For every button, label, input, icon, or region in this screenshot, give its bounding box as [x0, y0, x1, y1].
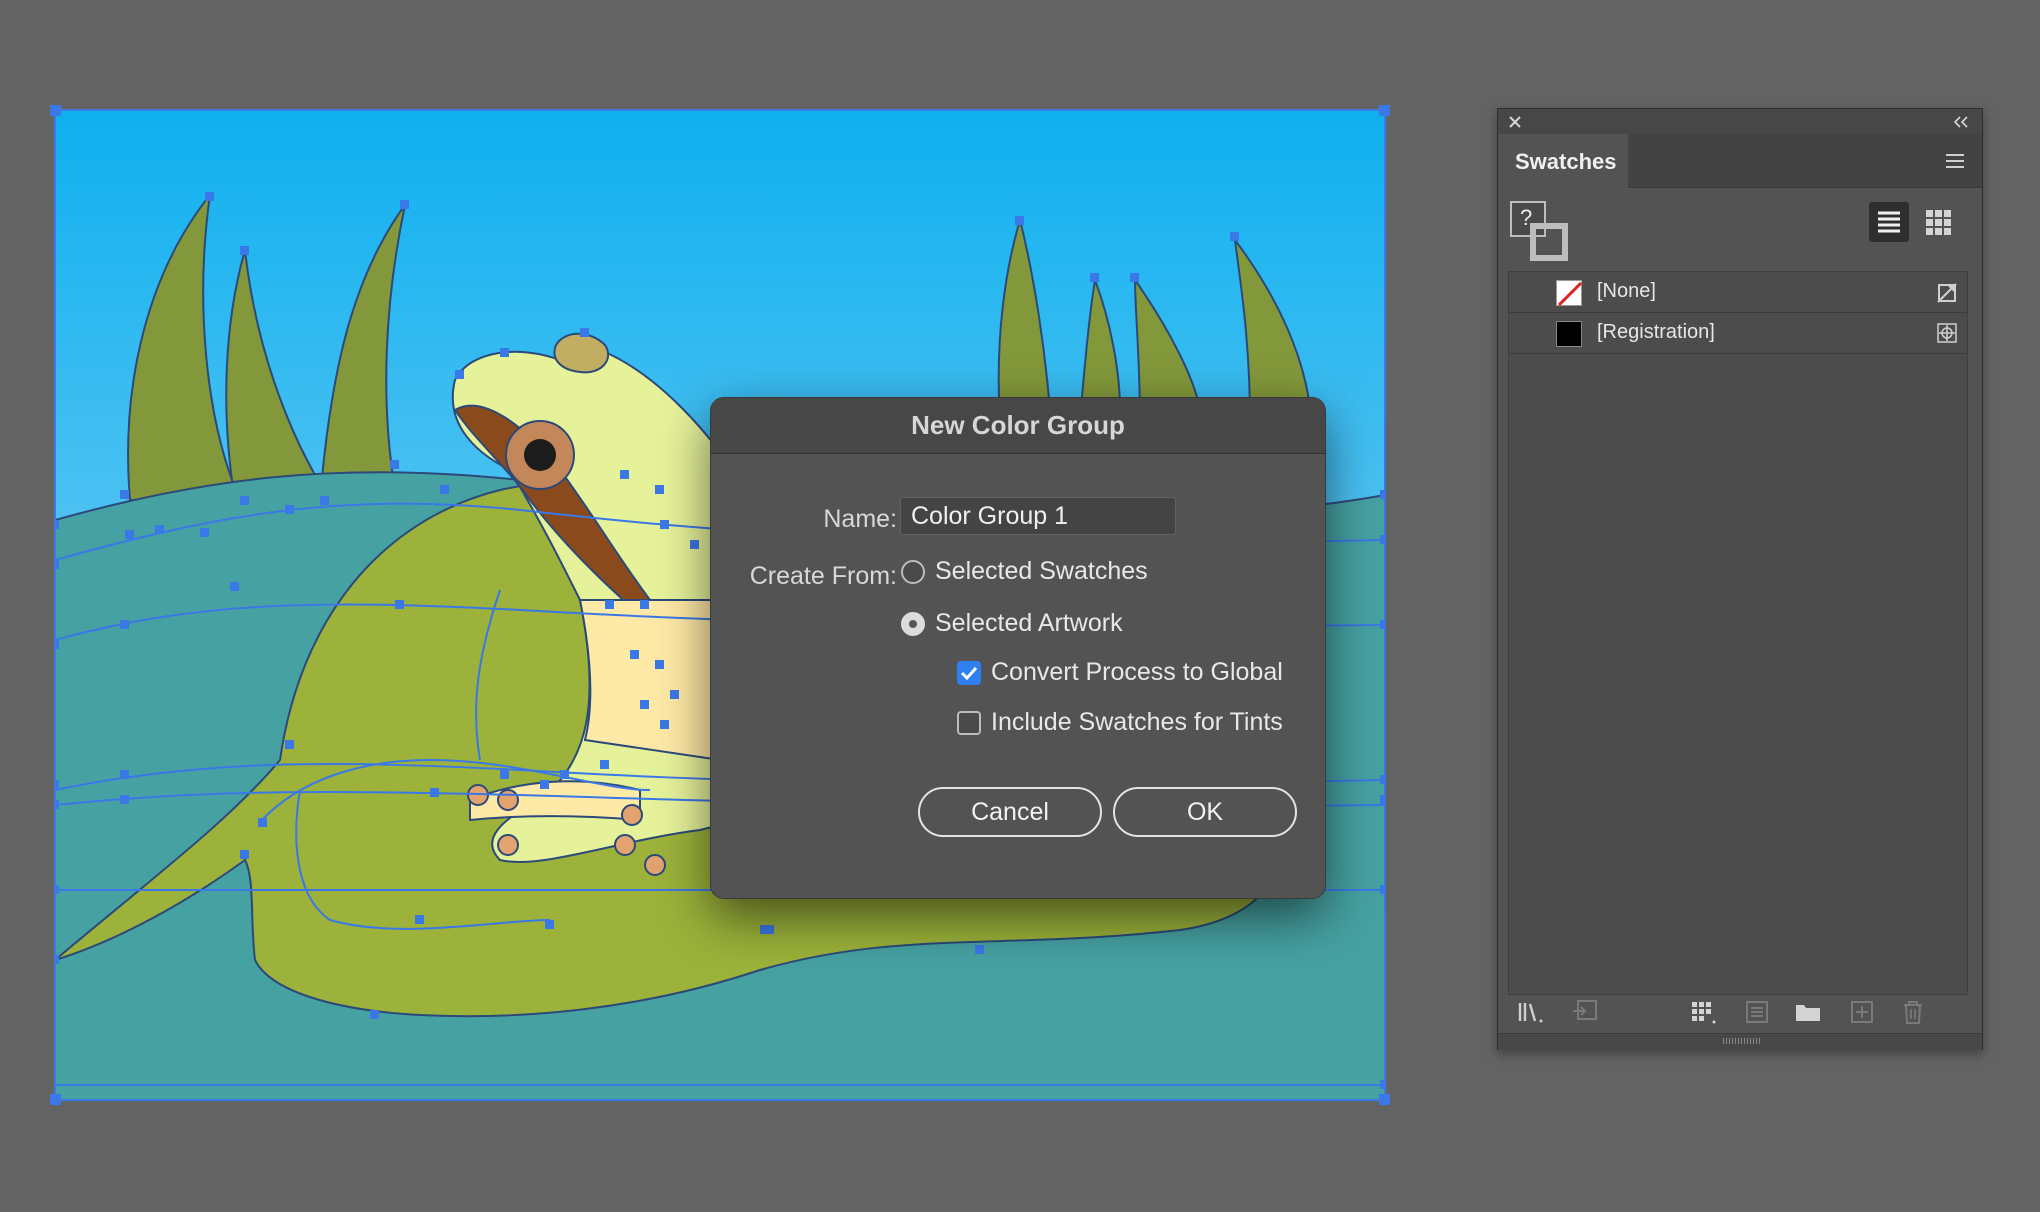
- checkbox-convert-process-label: Convert Process to Global: [991, 658, 1283, 686]
- tab-swatches-label: Swatches: [1515, 149, 1617, 174]
- new-color-group-dialog: New Color Group Name: Color Group 1 Crea…: [710, 397, 1326, 899]
- fill-stroke-indicator[interactable]: ?: [1510, 201, 1570, 271]
- swatch-row-none[interactable]: [None]: [1509, 272, 1967, 313]
- resize-grip-icon[interactable]: [1723, 1038, 1761, 1044]
- dialog-title-bar: New Color Group: [711, 398, 1325, 454]
- grid-view-icon: [1926, 210, 1951, 235]
- new-color-group-icon[interactable]: [1793, 997, 1823, 1027]
- swatch-label: [None]: [1597, 280, 1656, 302]
- registration-swatch-chip: [1556, 321, 1582, 347]
- delete-swatch-icon: [1904, 1001, 1922, 1024]
- tab-swatches[interactable]: Swatches: [1498, 134, 1628, 188]
- stroke-swatch[interactable]: [1530, 223, 1568, 261]
- new-swatch-icon: [1851, 1001, 1873, 1023]
- name-input[interactable]: Color Group 1: [900, 497, 1176, 535]
- checkbox-include-tints-box[interactable]: [957, 711, 981, 735]
- list-view-icon: [1878, 211, 1900, 233]
- none-swatch-chip: [1556, 280, 1583, 307]
- swatch-options-icon: [1746, 1001, 1768, 1023]
- name-label: Name:: [823, 505, 897, 533]
- radio-selected-artwork[interactable]: [901, 612, 925, 636]
- option-selected-artwork-label: Selected Artwork: [935, 609, 1123, 637]
- swatch-row-registration[interactable]: [Registration]: [1509, 313, 1967, 354]
- swatches-panel: Swatches ? [None] [Registration]: [1497, 108, 1983, 1050]
- thumbnail-view-button[interactable]: [1918, 202, 1958, 242]
- panel-header-strip: [1498, 109, 1982, 134]
- dialog-title: New Color Group: [911, 410, 1125, 440]
- show-swatch-kinds-icon[interactable]: [1688, 997, 1718, 1027]
- checkmark-icon: [960, 666, 978, 681]
- list-view-button[interactable]: [1869, 202, 1909, 242]
- checkbox-include-tints-label: Include Swatches for Tints: [991, 708, 1283, 736]
- registration-mark-icon: [1937, 323, 1957, 343]
- create-from-label: Create From:: [749, 562, 897, 590]
- panel-menu-icon[interactable]: [1944, 152, 1966, 170]
- swatch-libraries-menu-icon[interactable]: [1516, 997, 1546, 1027]
- collapse-panel-icon[interactable]: [1952, 115, 1970, 129]
- checkbox-convert-process-box[interactable]: [957, 661, 981, 685]
- ok-button[interactable]: OK: [1113, 787, 1297, 837]
- close-icon[interactable]: [1508, 115, 1522, 129]
- option-selected-swatches-label: Selected Swatches: [935, 557, 1148, 585]
- cancel-button[interactable]: Cancel: [918, 787, 1102, 837]
- swatch-label: [Registration]: [1597, 321, 1715, 343]
- non-editable-icon: [1937, 283, 1957, 303]
- radio-selected-swatches[interactable]: [901, 560, 925, 584]
- swatch-list: [None] [Registration]: [1508, 271, 1968, 995]
- panel-tab-bar: Swatches: [1498, 134, 1982, 188]
- none-slash-icon: [1557, 281, 1583, 307]
- place-swatches-icon: [1573, 1000, 1597, 1020]
- panel-resize-bar[interactable]: [1498, 1033, 1982, 1050]
